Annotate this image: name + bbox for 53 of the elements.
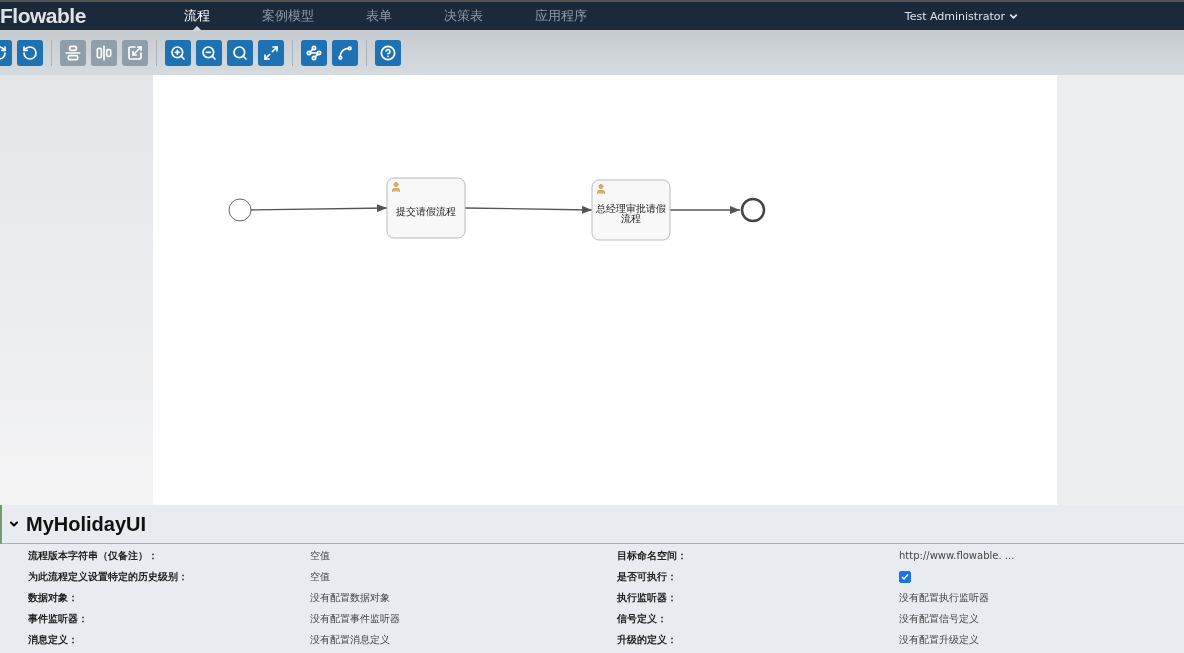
property-value: 没有配置执行监听器 (899, 590, 990, 605)
nav-tab[interactable]: 应用程序 (509, 2, 613, 30)
sequence-flow-arrow (669, 206, 741, 214)
zoom-fit-button[interactable] (258, 39, 284, 66)
start-event (228, 198, 252, 222)
property-label: 信号定义： (617, 611, 668, 626)
property-value: 空值 (310, 548, 331, 563)
align-icon (96, 44, 112, 61)
property-label: 是否可执行： (617, 569, 678, 584)
property-label: 数据对象： (28, 590, 79, 605)
user-icon (392, 182, 400, 192)
zoom-reset-button[interactable] (227, 39, 253, 66)
magnifier-icon (232, 44, 248, 61)
curve-icon (337, 44, 353, 61)
bendpoint-icon (306, 44, 322, 61)
expand-icon (263, 44, 279, 61)
user-icon (597, 184, 605, 194)
help-icon (380, 44, 396, 61)
property-value: 没有配置信号定义 (899, 611, 980, 626)
undo-button[interactable] (17, 39, 43, 66)
checkbox[interactable] (899, 570, 911, 583)
property-value: 没有配置升级定义 (899, 632, 980, 647)
nav-tab[interactable]: 决策表 (418, 2, 509, 30)
property-label: 事件监听器： (28, 611, 89, 626)
zoom-in-button[interactable] (165, 39, 191, 66)
property-value: http://www.flowable. ... (899, 550, 1016, 561)
zoom-out-icon (201, 44, 217, 61)
zoom-in-icon (170, 44, 186, 61)
nav-tab[interactable]: 案例模型 (236, 2, 340, 30)
resize-icon (127, 44, 143, 61)
end-event (740, 197, 766, 223)
property-label: 升级的定义： (617, 632, 678, 647)
property-value: 没有配置事件监听器 (310, 611, 401, 626)
align-icon (65, 44, 81, 61)
property-label: 消息定义： (28, 632, 79, 647)
property-label: 目标命名空间： (617, 548, 688, 563)
user-menu[interactable]: Test Administrator (904, 9, 1019, 23)
remove-bendpoint-button[interactable] (332, 39, 358, 66)
add-bendpoint-button[interactable] (301, 39, 327, 66)
help-button[interactable] (375, 39, 401, 66)
panel-title: MyHolidayUI (26, 512, 147, 536)
nav-tab[interactable]: 表单 (340, 2, 418, 30)
property-label: 流程版本字符串（仅备注）： (28, 548, 159, 563)
undo-icon (22, 44, 38, 61)
zoom-out-button[interactable] (196, 39, 222, 66)
property-label: 为此流程定义设置特定的历史级别： (28, 569, 189, 584)
logo: Flowable (0, 4, 87, 28)
property-value: 空值 (310, 569, 331, 584)
task-label: 提交请假流程 (395, 207, 457, 217)
property-label: 执行监听器： (617, 590, 678, 605)
task-label: 总经理审批请假流程 (595, 204, 667, 224)
property-value: 没有配置数据对象 (310, 590, 391, 605)
property-value: 没有配置消息定义 (310, 632, 391, 647)
